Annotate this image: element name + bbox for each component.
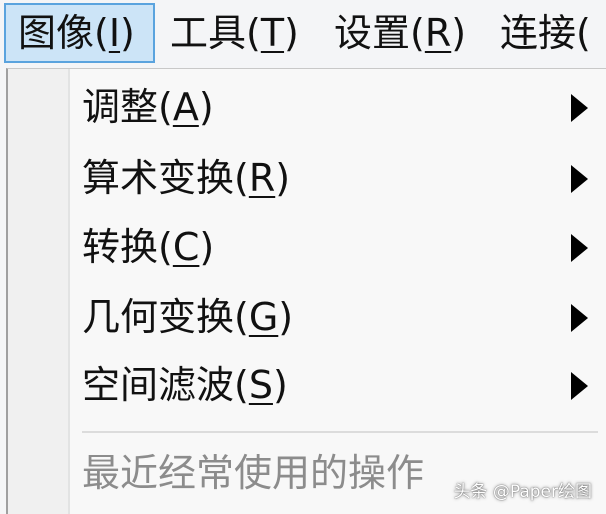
menu-item-adjust-label: 调整( [82,85,173,129]
submenu-arrow-icon [571,372,588,400]
menu-item-adjust[interactable]: 调整(A) [70,75,600,141]
menu-item-arithmetic-suffix: ) [275,156,291,200]
menu-item-spatial-filter-label: 空间滤波( [82,363,249,407]
menu-item-adjust-suffix: ) [198,85,214,129]
menu-item-spatial-filter-suffix: ) [272,363,288,407]
menu-item-convert-label: 转换( [82,225,173,269]
menu-item-geometric-mnemonic: G [248,295,279,339]
menu-item-arithmetic[interactable]: 算术变换(R) [70,146,600,212]
menu-settings[interactable]: 设置(R) [334,3,466,63]
menu-item-geometric-label: 几何变换( [82,295,249,339]
menu-settings-mnemonic: R [424,11,452,55]
menu-tools-suffix: ) [284,11,299,55]
menu-item-adjust-text: 调整(A) [82,79,214,135]
menu-item-convert-text: 转换(C) [82,219,214,275]
menu-separator [82,431,598,433]
menu-image-label: 图像( [18,11,109,55]
menu-image[interactable]: 图像(I) [4,3,155,63]
menu-tools[interactable]: 工具(T) [170,3,299,63]
watermark: 头条 @Paper绘图 [453,482,592,502]
icon-column [8,69,68,514]
menu-item-arithmetic-mnemonic: R [248,156,276,200]
menu-item-arithmetic-text: 算术变换(R) [82,150,290,206]
menu-connect[interactable]: 连接( [500,3,591,63]
menu-bar: 图像(I) 工具(T) 设置(R) 连接( [0,0,606,68]
menu-item-convert-suffix: ) [199,225,215,269]
menu-tools-mnemonic: T [260,11,285,55]
submenu-arrow-icon [571,234,588,262]
menu-item-geometric[interactable]: 几何变换(G) [70,285,600,351]
submenu-arrow-icon [571,304,588,332]
menu-item-convert[interactable]: 转换(C) [70,215,600,281]
menu-item-convert-mnemonic: C [172,225,200,269]
menu-connect-label: 连接( [500,11,591,55]
menu-item-adjust-mnemonic: A [172,85,199,129]
menu-item-spatial-filter-text: 空间滤波(S) [82,357,288,413]
menu-image-mnemonic: I [108,11,121,55]
submenu-arrow-icon [571,94,588,122]
menu-item-geometric-suffix: ) [278,295,294,339]
menu-settings-label: 设置( [334,11,425,55]
menu-settings-suffix: ) [451,11,467,55]
menu-item-spatial-filter[interactable]: 空间滤波(S) [70,353,600,419]
menu-tools-label: 工具( [170,11,261,55]
menu-item-geometric-text: 几何变换(G) [82,289,293,345]
image-dropdown-menu: 调整(A) 算术变换(R) 转换(C) 几何变换(G) 空间滤波(S) 最近经常… [6,68,606,514]
menu-item-spatial-filter-mnemonic: S [248,363,273,407]
menu-image-suffix: ) [120,11,135,55]
submenu-arrow-icon [571,165,588,193]
menu-item-arithmetic-label: 算术变换( [82,156,249,200]
menu-item-recent-operations: 最近经常使用的操作 [82,451,425,495]
